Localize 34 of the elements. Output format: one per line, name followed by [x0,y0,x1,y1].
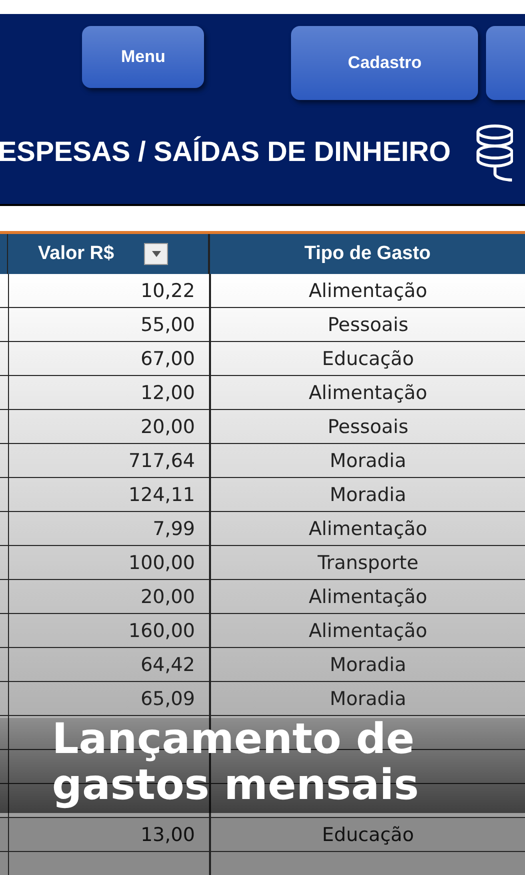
table-cell: Transporte [318,552,418,574]
sheet-title: ESPESAS / SAÍDAS DE DINHEIRO [0,136,451,168]
table-cell: 717,64 [128,450,195,472]
table-cell: Alimentação [308,620,428,642]
table-cell: Alimentação [308,280,428,302]
table-cell: Educação [322,824,414,846]
nav-button[interactable]: Menu [82,26,204,88]
table-cell: Moradia [330,688,406,710]
table-cell: Alimentação [308,382,428,404]
table-cell: 64,42 [140,654,195,676]
table-cell: 160,00 [128,620,195,642]
caret-icon [152,251,161,257]
table-cell: Pessoais [328,314,408,336]
table-cell: Moradia [330,654,406,676]
table-cell: 10,22 [140,280,195,302]
table-cell: Moradia [330,484,406,506]
table-cell: 124,11 [128,484,195,506]
table-cell: Alimentação [308,586,428,608]
table-cell: 20,00 [140,586,195,608]
table-cell: 65,09 [140,688,195,710]
nav-button[interactable]: Cadastro [291,26,478,100]
table-cell: 20,00 [140,416,195,438]
table-cell: 13,00 [140,824,195,846]
table-cell: 7,99 [152,518,195,540]
table-cell: Pessoais [328,416,408,438]
table-cell: 100,00 [128,552,195,574]
table-cell: Moradia [330,450,406,472]
table-cell: 67,00 [140,348,195,370]
table-cell: 55,00 [140,314,195,336]
table-cell: 12,00 [140,382,195,404]
filter-button[interactable] [144,243,168,265]
table-cell: Alimentação [308,518,428,540]
table-cell: Educação [322,348,414,370]
column-header: Tipo de Gasto [303,242,432,266]
